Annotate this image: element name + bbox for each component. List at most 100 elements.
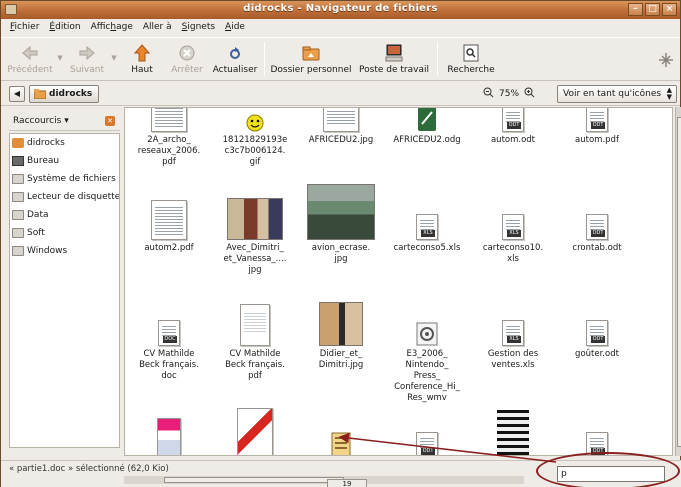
file-name: AFRICEDU2.odg: [393, 135, 461, 145]
search-icon: [461, 43, 481, 63]
path-scroll-left-button[interactable]: ◀: [9, 86, 25, 102]
file-name: goûter.odt: [575, 349, 619, 359]
sidebar-item-didrocks[interactable]: didrocks: [10, 134, 119, 152]
sidebar-title: Raccourcis: [13, 116, 62, 126]
sidebar-item-label: Windows: [27, 246, 68, 256]
sidebar-item-label: Lecteur de disquette: [27, 192, 120, 202]
typeahead-search-input[interactable]: p: [557, 466, 665, 482]
file-thumbnail-icon: ODT: [502, 108, 524, 132]
arrow-up-icon: [132, 43, 152, 63]
menu-item[interactable]: Édition: [44, 19, 85, 37]
file-name: 18121829193e c3c7b006124. gif: [222, 135, 288, 167]
zoom-out-icon[interactable]: [483, 87, 494, 101]
path-current-label: didrocks: [49, 89, 93, 99]
up-button[interactable]: Haut: [119, 38, 165, 80]
menu-item[interactable]: Aide: [220, 19, 250, 37]
forward-history-dropdown[interactable]: ▼: [109, 54, 119, 62]
menu-item[interactable]: Aller à: [138, 19, 177, 37]
file-thumbnail-icon: XLS: [502, 320, 524, 346]
status-text: « partie1.doc » sélectionné (62,0 Kio): [9, 464, 169, 474]
reload-label: Actualiser: [212, 65, 258, 75]
horizontal-scrollbar[interactable]: [124, 476, 524, 484]
sidebar-close-icon[interactable]: ✕: [105, 116, 115, 126]
home-button[interactable]: Dossier personnel: [268, 38, 354, 80]
search-button[interactable]: Recherche: [441, 38, 501, 80]
maximize-button[interactable]: □: [645, 3, 660, 16]
up-label: Haut: [131, 65, 153, 75]
file-thumbnail-icon: [240, 304, 270, 346]
file-thumbnail-icon: [497, 410, 529, 455]
shortcut-list: didrocks Bureau Système de fichiers Lecteur…: [9, 133, 120, 448]
menu-item[interactable]: Fichier: [5, 19, 44, 37]
toolbar: Précédent ▼ Suivant ▼ Haut Arrêter Actua…: [1, 37, 680, 81]
menu-bar: Fichier Édition Affichage Aller à Signets Aid…: [1, 19, 680, 37]
menu-item[interactable]: Signets: [177, 19, 220, 37]
close-button[interactable]: ×: [662, 3, 677, 16]
computer-label: Poste de travail: [359, 65, 429, 75]
stop-button[interactable]: Arrêter: [165, 38, 209, 80]
file-name: autom.pdf: [575, 135, 619, 145]
sidebar-item-label: didrocks: [27, 138, 65, 148]
file-name: Gestion des ventes.xls: [487, 349, 539, 370]
arrow-left-icon: [20, 43, 40, 63]
file-thumbnail-icon: XLS: [502, 214, 524, 240]
sidebar-item-syst-me-de-fichiers[interactable]: Système de fichiers: [10, 170, 119, 188]
file-name: E3_2006_ Nintendo_ Press_ Conference_Hi_…: [394, 349, 460, 403]
select-arrows-icon: ▲ ▼: [666, 86, 672, 101]
reload-button[interactable]: Actualiser: [209, 38, 261, 80]
sidebar-item-label: Data: [27, 210, 49, 220]
sidebar: Raccourcis ▾ ✕ didrocks Bureau Système de …: [9, 113, 120, 448]
file-name: CV Mathilde Beck français. doc: [139, 349, 199, 381]
stop-label: Arrêter: [171, 65, 203, 75]
title-bar[interactable]: didrocks - Navigateur de fichiers – □ ×: [1, 1, 680, 19]
drive-icon: [12, 210, 24, 220]
page-indicator: 19: [327, 479, 367, 487]
file-thumbnail-icon: [416, 322, 438, 346]
file-name: carteconso5.xls: [393, 243, 461, 253]
sidebar-item-label: Système de fichiers: [27, 174, 116, 184]
menu-item[interactable]: Affichage: [86, 19, 138, 37]
file-browser-window: didrocks - Navigateur de fichiers – □ × …: [0, 0, 681, 487]
file-icon-view[interactable]: 2A_archo_ reseaux_2006. pdf 18121829193e …: [124, 107, 673, 456]
reload-icon: [225, 43, 245, 63]
back-history-dropdown[interactable]: ▼: [55, 54, 65, 62]
file-name: CV Mathilde Beck français. pdf: [225, 349, 285, 381]
file-thumbnail-icon: ODT: [586, 320, 608, 346]
scrollbar-thumb[interactable]: [677, 117, 681, 447]
zoom-in-icon[interactable]: [524, 87, 535, 101]
sidebar-item-label: Soft: [27, 228, 45, 238]
file-name: autom.odt: [490, 135, 536, 145]
horizontal-scroll-thumb[interactable]: [164, 477, 344, 483]
throbber-icon: [658, 52, 674, 68]
back-label: Précédent: [7, 65, 53, 75]
home-folder-icon: [12, 138, 24, 148]
vertical-scrollbar[interactable]: [675, 107, 681, 456]
file-name: autom2.pdf: [144, 243, 194, 253]
file-thumbnail-icon: [331, 432, 351, 455]
file-name: avion_ecrase. jpg: [311, 243, 371, 264]
sidebar-item-soft[interactable]: Soft: [10, 224, 119, 242]
sidebar-item-data[interactable]: Data: [10, 206, 119, 224]
file-thumbnail-icon: [151, 108, 187, 132]
computer-button[interactable]: Poste de travail: [354, 38, 434, 80]
path-button-home[interactable]: didrocks: [29, 85, 100, 103]
view-mode-value: Voir en tant qu'icônes: [563, 89, 662, 99]
sidebar-header[interactable]: Raccourcis ▾ ✕: [9, 113, 120, 131]
forward-button[interactable]: Suivant: [65, 38, 109, 80]
file-thumbnail-icon: [307, 184, 375, 240]
computer-icon: [384, 43, 404, 63]
window-title: didrocks - Navigateur de fichiers: [243, 3, 438, 14]
file-thumbnail-icon: XLS: [416, 214, 438, 240]
file-name: AFRICEDU2.jpg: [308, 135, 374, 145]
sidebar-item-lecteur-de-disquette[interactable]: Lecteur de disquette: [10, 188, 119, 206]
sidebar-item-bureau[interactable]: Bureau: [10, 152, 119, 170]
zoom-level[interactable]: 75%: [499, 89, 519, 99]
sidebar-item-windows[interactable]: Windows: [10, 242, 119, 260]
drive-icon: [12, 228, 24, 238]
minimize-button[interactable]: –: [628, 3, 643, 16]
forward-label: Suivant: [70, 65, 104, 75]
view-mode-select[interactable]: Voir en tant qu'icônes ▲ ▼: [557, 85, 677, 103]
stop-icon: [177, 43, 197, 63]
search-label: Recherche: [447, 65, 495, 75]
back-button[interactable]: Précédent: [5, 38, 55, 80]
